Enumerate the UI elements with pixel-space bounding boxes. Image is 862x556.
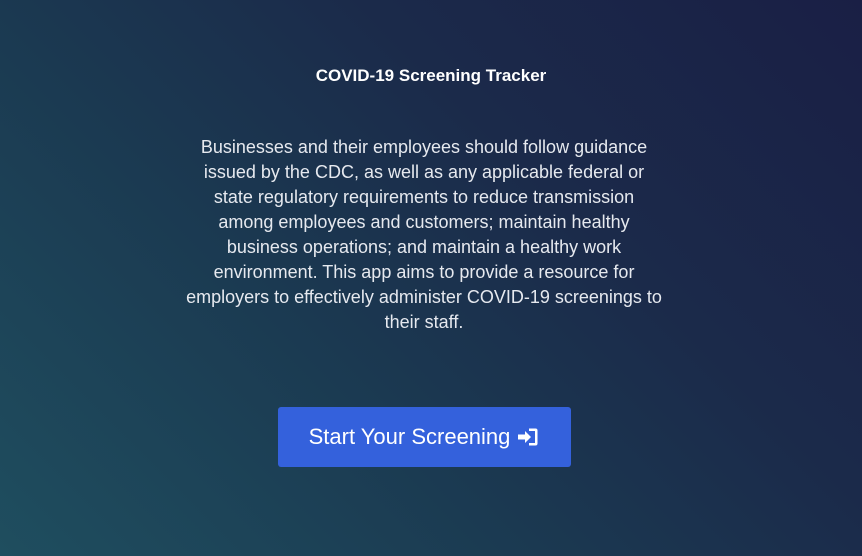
sign-in-icon	[516, 425, 540, 449]
landing-page: COVID-19 Screening Tracker Businesses an…	[0, 0, 862, 556]
start-screening-label: Start Your Screening	[308, 424, 511, 449]
page-title: COVID-19 Screening Tracker	[315, 66, 547, 85]
start-screening-button[interactable]: Start Your Screening	[278, 407, 571, 467]
page-description: Businesses and their employees should fo…	[186, 137, 662, 332]
